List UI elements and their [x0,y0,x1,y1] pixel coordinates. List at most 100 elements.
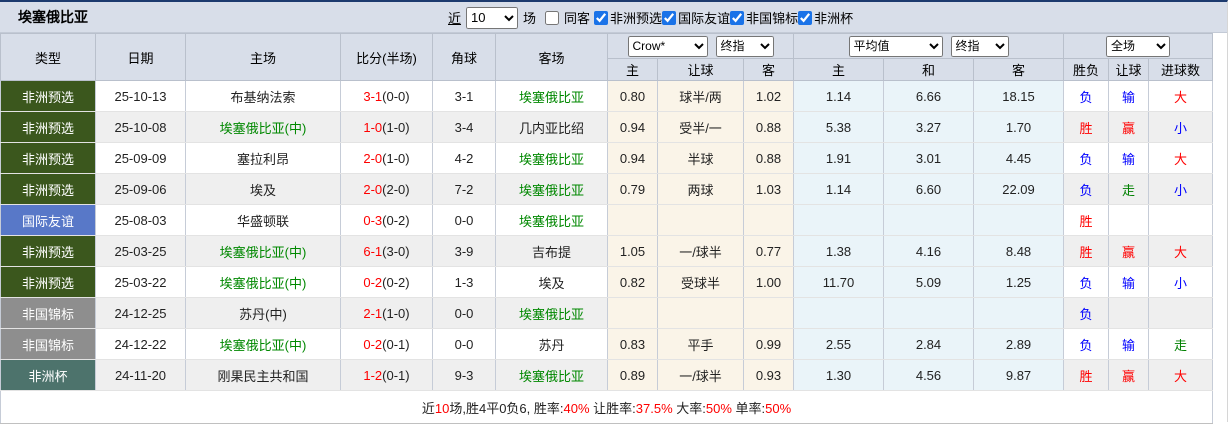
match-type-badge: 非国锦标 [0,328,96,360]
score-cell: 1-2(0-1) [340,359,433,391]
home-team-cell: 华盛顿联 [185,204,341,236]
score-cell: 2-0(2-0) [340,173,433,205]
table-row: 非洲预选 25-10-08 埃塞俄比亚(中) 1-0(1-0) 3-4 几内亚比… [0,111,1214,143]
halftime-score: (3-0) [382,243,410,259]
fulltime-score: 2-0 [363,150,383,166]
let-line: 半球 [657,142,744,174]
handicap-stage-select[interactable]: 终指 [715,35,774,57]
filter-chan[interactable]: 非国锦标 [730,8,798,27]
table-row: 非洲预选 25-03-25 埃塞俄比亚(中) 6-1(3-0) 3-9 吉布提 … [0,235,1214,267]
let-line [657,297,744,329]
filter-afcon[interactable]: 非洲杯 [798,8,853,27]
euro-draw-odds [883,297,974,329]
let-away-odds: 1.02 [743,80,794,112]
let-result-cell [1108,297,1150,329]
home-team-cell: 埃及 [185,173,341,205]
let-home-odds: 0.94 [607,111,658,143]
summary-big-rate: 50% [705,400,732,416]
halftime-score: (2-0) [382,181,410,197]
home-team-cell: 埃塞俄比亚(中) [185,328,341,360]
home-team-cell: 塞拉利昂 [185,142,341,174]
filter-friendly[interactable]: 国际友谊 [662,8,730,27]
afcon-checkbox[interactable] [798,10,813,25]
corner-cell: 0-0 [432,297,496,329]
let-away-odds [743,297,794,329]
summary-win-rate: 40% [563,400,590,416]
fulltime-select[interactable]: 全场 [1106,35,1171,57]
header-group-row: 类型 日期 主场 比分(半场) 角球 客场 Crow* 终指 平均值 终指 全场 [0,33,1214,81]
filter-label: 非洲预选 [610,11,663,26]
euro-home-odds: 1.30 [793,359,884,391]
goals-result-cell: 小 [1148,173,1214,205]
match-count-suffix: 场 [523,11,537,26]
let-line: 一/球半 [657,359,744,391]
handicap-company-select[interactable]: Crow* [627,35,708,57]
goals-result-cell: 小 [1148,111,1214,143]
euro-draw-odds: 4.56 [883,359,974,391]
euro-home-odds: 1.38 [793,235,884,267]
fulltime-score: 1-2 [363,367,383,383]
summary-text: 让胜率: [589,400,636,416]
fulltime-score: 1-0 [363,119,383,135]
filter-africa-qualifiers[interactable]: 非洲预选 [594,8,662,27]
chan-checkbox[interactable] [730,10,745,25]
subheader-let-home: 主 [607,58,658,81]
fulltime-score: 0-2 [363,274,383,290]
subheader-let-result: 让球 [1108,58,1150,81]
away-team-cell: 埃塞俄比亚 [495,297,608,329]
euro-away-odds: 18.15 [972,80,1065,112]
summary-text: 近 [421,400,435,416]
home-team-cell: 苏丹(中) [185,297,341,329]
corner-cell: 3-1 [432,80,496,112]
euro-draw-odds: 2.84 [883,328,974,360]
let-line: 平手 [657,328,744,360]
fulltime-score: 0-2 [363,336,383,352]
filter-same-away[interactable]: 同客 [545,8,594,27]
fulltime-score: 2-1 [363,305,383,321]
euro-away-odds: 8.48 [972,235,1065,267]
euro-home-odds: 5.38 [793,111,884,143]
date-cell: 25-03-22 [95,266,186,298]
away-team-cell: 埃塞俄比亚 [495,142,608,174]
euro-away-odds: 2.89 [972,328,1065,360]
table-row: 非洲预选 25-03-22 埃塞俄比亚(中) 0-2(0-2) 1-3 埃及 0… [0,266,1214,298]
date-cell: 25-10-13 [95,80,186,112]
result-cell: 负 [1063,142,1110,174]
recent-link[interactable]: 近 [448,8,461,27]
table-row: 非洲预选 25-10-13 布基纳法索 3-1(0-0) 3-1 埃塞俄比亚 0… [0,80,1214,112]
col-header-type: 类型 [0,33,96,81]
odds-company-select[interactable]: 平均值 [848,35,943,57]
result-cell: 胜 [1063,111,1110,143]
date-cell: 25-09-06 [95,173,186,205]
subheader-let-away: 客 [743,58,794,81]
let-away-odds: 0.93 [743,359,794,391]
summary-row: 近10场,胜4平0负6, 胜率:40% 让胜率:37.5% 大率:50% 单率:… [0,390,1214,424]
fulltime-score: 6-1 [363,243,383,259]
let-away-odds: 0.77 [743,235,794,267]
away-team-cell: 埃塞俄比亚 [495,80,608,112]
odds-stage-select[interactable]: 终指 [950,35,1009,57]
away-team-cell: 埃塞俄比亚 [495,204,608,236]
corner-cell: 3-9 [432,235,496,267]
match-type-badge: 非国锦标 [0,297,96,329]
filter-label: 非国锦标 [746,11,799,26]
summary-let-rate: 37.5% [635,400,673,416]
euro-home-odds: 1.14 [793,80,884,112]
halftime-score: (1-0) [382,119,410,135]
let-home-odds [607,204,658,236]
euro-draw-odds: 6.66 [883,80,974,112]
away-team-cell: 埃及 [495,266,608,298]
friendly-checkbox[interactable] [662,10,677,25]
same-away-checkbox[interactable] [545,10,560,25]
home-team-cell: 埃塞俄比亚(中) [185,235,341,267]
filter-label: 非洲杯 [814,11,854,26]
goals-result-cell: 走 [1148,328,1214,360]
score-cell: 0-3(0-2) [340,204,433,236]
let-line: 球半/两 [657,80,744,112]
match-count-select[interactable]: 10 [466,6,519,29]
euro-draw-odds: 5.09 [883,266,974,298]
let-home-odds: 0.83 [607,328,658,360]
score-cell: 0-2(0-1) [340,328,433,360]
euro-home-odds [793,204,884,236]
africa-qualifiers-checkbox[interactable] [594,10,609,25]
